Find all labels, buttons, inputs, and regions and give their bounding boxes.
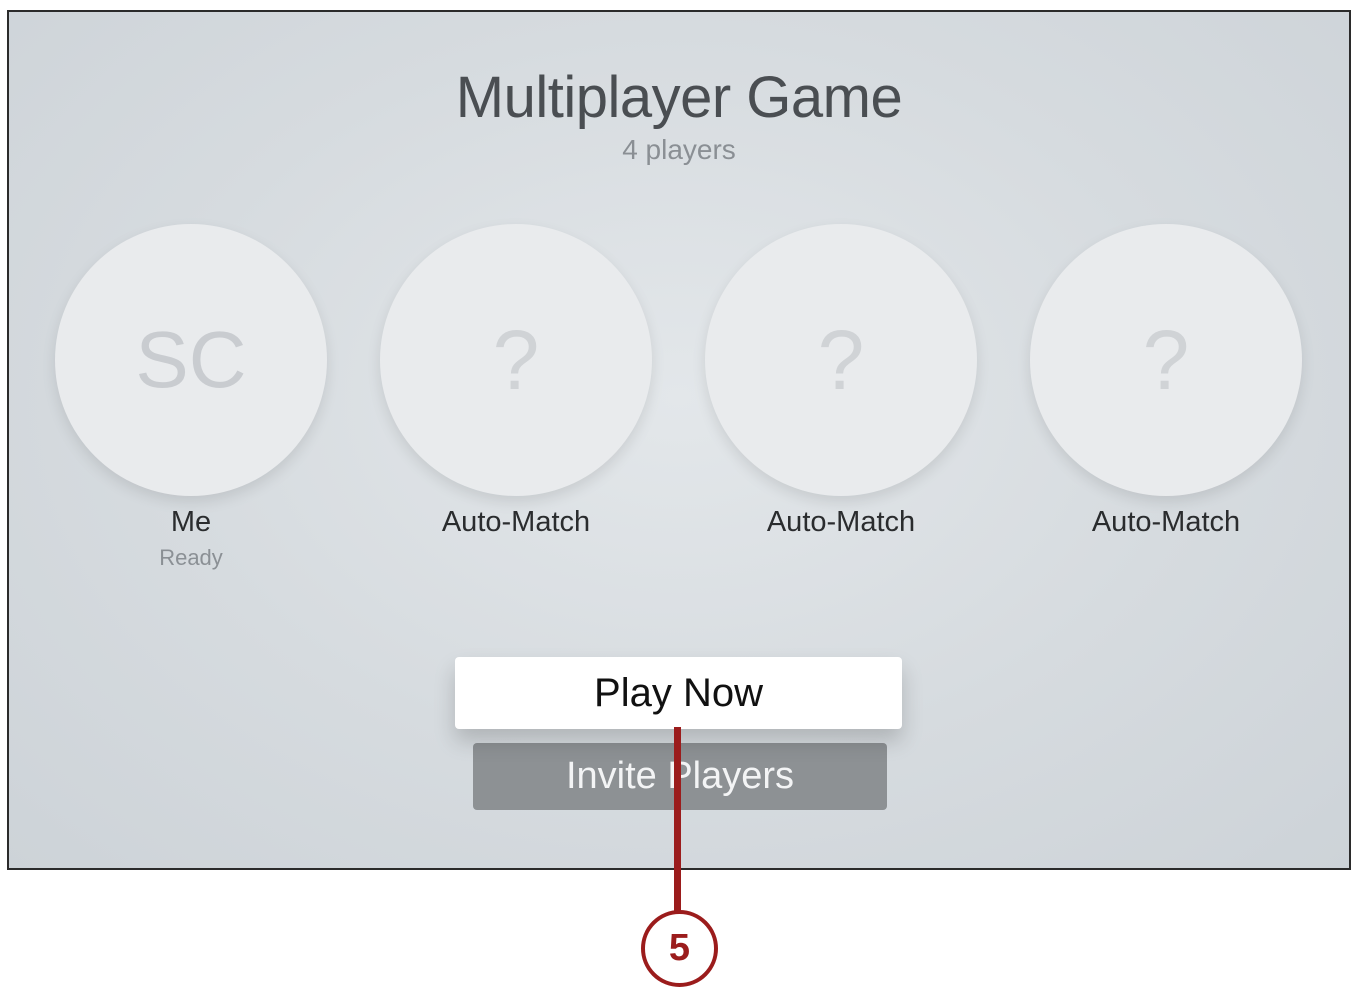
player-name: Auto-Match — [441, 506, 591, 538]
callout-line — [674, 727, 681, 915]
player-name: Auto-Match — [1091, 506, 1241, 538]
player-name: Auto-Match — [766, 506, 916, 538]
question-mark-icon: ? — [705, 224, 977, 496]
question-mark-icon: ? — [1030, 224, 1302, 496]
player-status: Ready — [159, 545, 223, 570]
player-name: Me — [170, 506, 212, 538]
player-slot-auto-match[interactable]: ? Auto-Match — [351, 224, 681, 539]
player-slot-me[interactable]: SC Me Ready — [26, 224, 356, 571]
play-now-button[interactable]: Play Now — [455, 657, 902, 729]
callout-number-badge: 5 — [641, 910, 718, 987]
page-title: Multiplayer Game — [455, 65, 903, 130]
player-slot-auto-match[interactable]: ? Auto-Match — [1001, 224, 1331, 539]
question-mark-icon: ? — [380, 224, 652, 496]
avatar: SC — [55, 224, 327, 496]
player-slot-auto-match[interactable]: ? Auto-Match — [676, 224, 1006, 539]
player-count: 4 players — [622, 134, 736, 165]
